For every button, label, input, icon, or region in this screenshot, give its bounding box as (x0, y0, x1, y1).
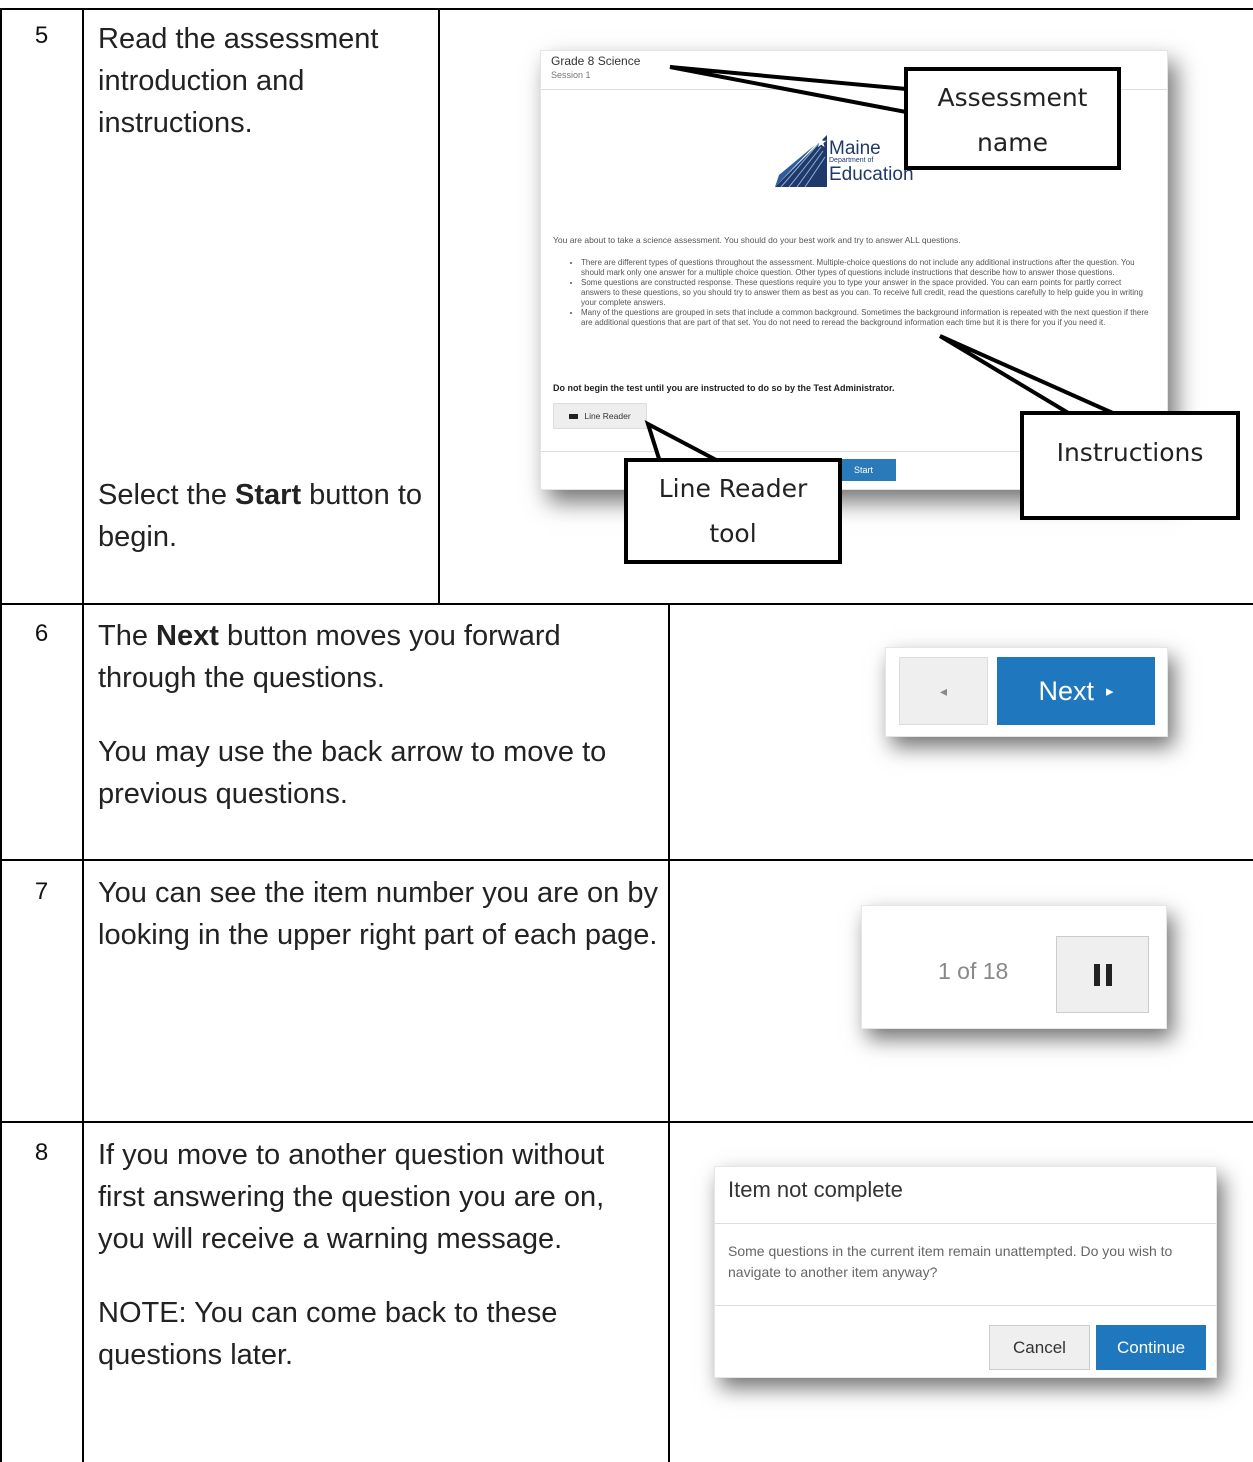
step-paragraph: You can see the item number you are on b… (98, 877, 658, 951)
callout-line: Line Reader (658, 474, 808, 503)
item-counter: 1 of 18 (938, 958, 1009, 984)
row-divider-7-8 (0, 1121, 1253, 1123)
step-number: 8 (34, 1139, 49, 1166)
step-paragraph: If you move to another question without … (98, 1139, 605, 1255)
line-reader-callout: Line Reader tool (624, 458, 842, 564)
row-divider-6-7 (0, 859, 1253, 861)
step-text: You can see the item number you are on b… (98, 872, 658, 956)
back-button[interactable]: ◂ (899, 657, 988, 725)
assessment-name-callout: Assessment name (904, 67, 1121, 170)
next-label: Next (1038, 675, 1094, 706)
back-arrow-icon: ◂ (939, 682, 948, 699)
instructions-pointer (938, 334, 1116, 416)
dialog-title: Item not complete (728, 1177, 903, 1202)
warning-dialog-screenshot: Item not complete Some questions in the … (714, 1166, 1217, 1378)
pause-icon (1093, 963, 1100, 986)
pause-button[interactable] (1056, 936, 1149, 1013)
assessment-name-pointer (669, 65, 908, 115)
navigation-screenshot: ◂ Next ▸ (885, 647, 1168, 737)
callout-line: name (977, 128, 1048, 157)
line-reader-pointer (644, 419, 721, 464)
step-paragraph: NOTE: You can come back to these questio… (98, 1297, 558, 1371)
text-fragment: The (98, 620, 157, 652)
step-paragraph: The Next button moves you forward throug… (98, 615, 658, 699)
instructions-callout: Instructions (1020, 411, 1240, 520)
callout-line: tool (709, 519, 757, 548)
next-button[interactable]: Next ▸ (997, 657, 1155, 725)
step-text: The Next button moves you forward throug… (98, 615, 658, 815)
step-number: 6 (34, 620, 49, 647)
step-text: If you move to another question without … (98, 1134, 658, 1376)
next-arrow-icon: ▸ (1106, 683, 1114, 700)
step-paragraph: You may use the back arrow to move to pr… (98, 736, 607, 810)
next-keyword: Next (156, 620, 219, 652)
item-counter-screenshot: 1 of 18 (861, 905, 1167, 1029)
cancel-button[interactable]: Cancel (989, 1325, 1090, 1370)
rows-column-divider (668, 603, 670, 1462)
divider (715, 1305, 1216, 1306)
pause-icon (1105, 963, 1112, 986)
continue-button[interactable]: Continue (1096, 1325, 1206, 1370)
dialog-message: Some questions in the current item remai… (728, 1243, 1173, 1280)
step-number: 7 (34, 878, 49, 905)
divider (715, 1223, 1216, 1224)
callout-line: Assessment (937, 83, 1088, 112)
